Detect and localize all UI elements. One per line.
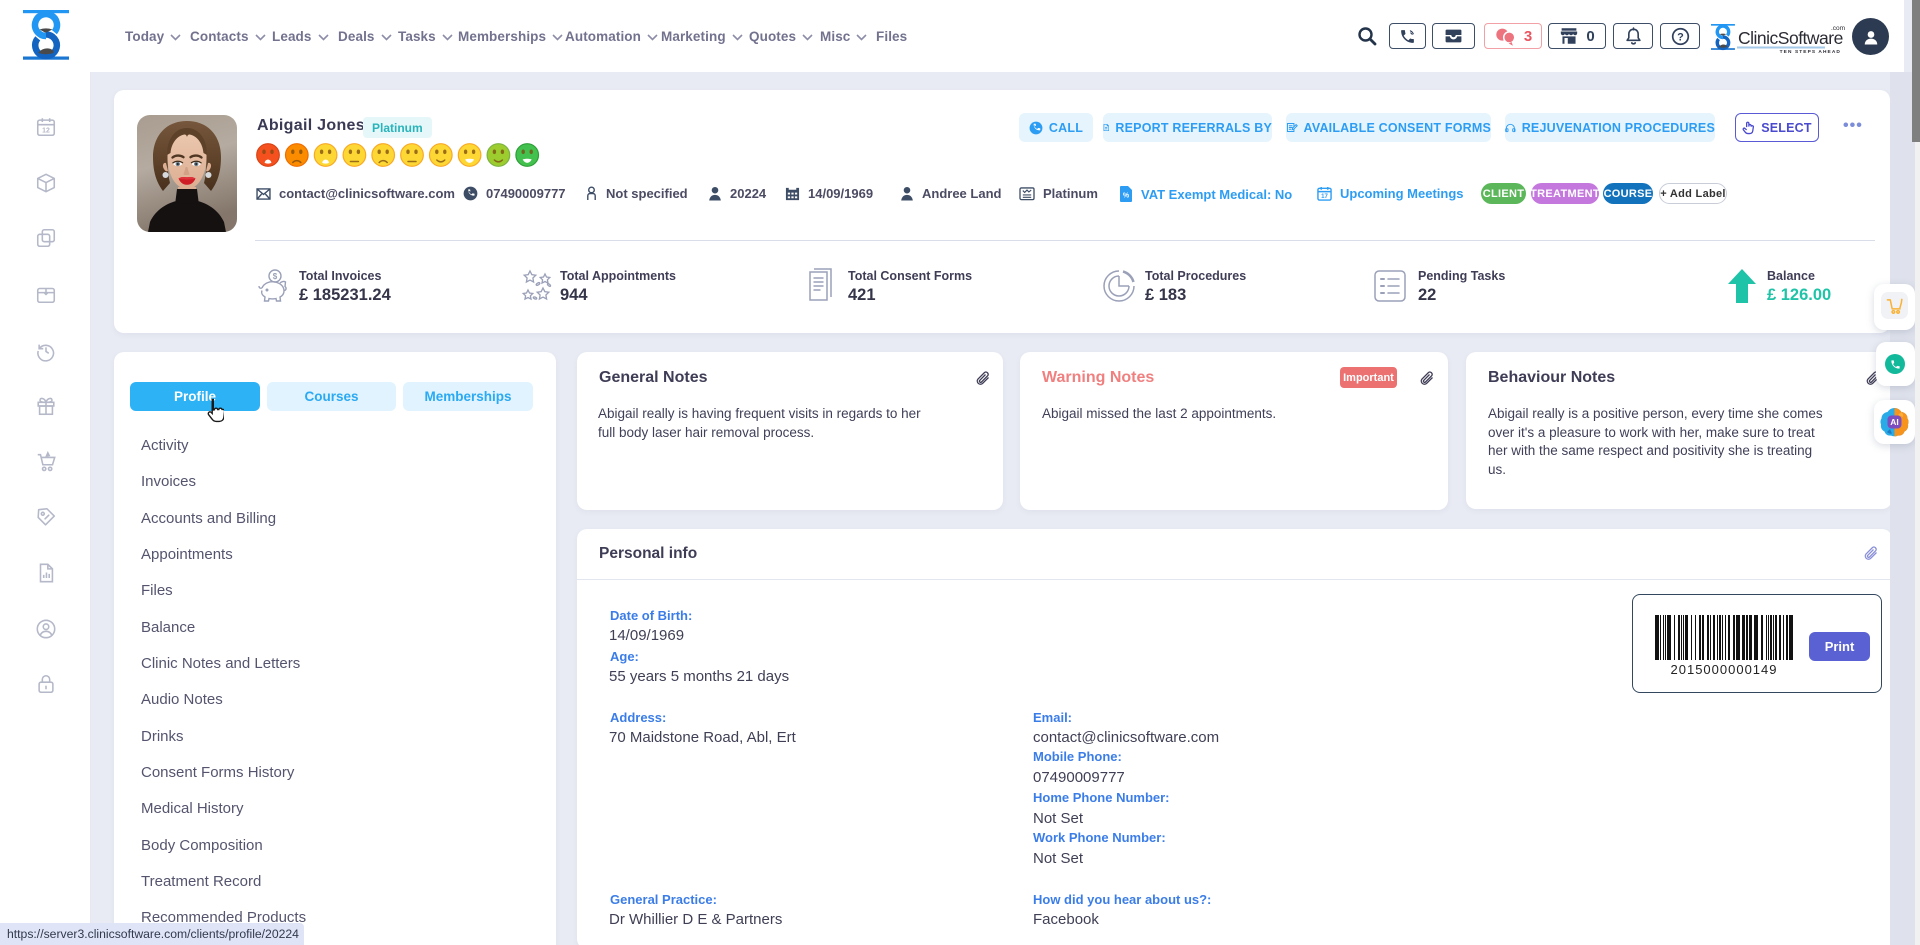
svg-text:TEN STEPS AHEAD: TEN STEPS AHEAD (1780, 49, 1841, 54)
svg-text:12: 12 (42, 128, 50, 135)
svg-text:%: % (1123, 193, 1130, 200)
svg-text:.com: .com (1831, 25, 1845, 32)
svg-text:ClinicSoftware: ClinicSoftware (1738, 28, 1843, 48)
svg-text:17: 17 (1321, 193, 1328, 200)
svg-text:?: ? (1677, 31, 1684, 43)
svg-text:AI: AI (1890, 417, 1899, 427)
svg-text:$: $ (273, 272, 278, 281)
